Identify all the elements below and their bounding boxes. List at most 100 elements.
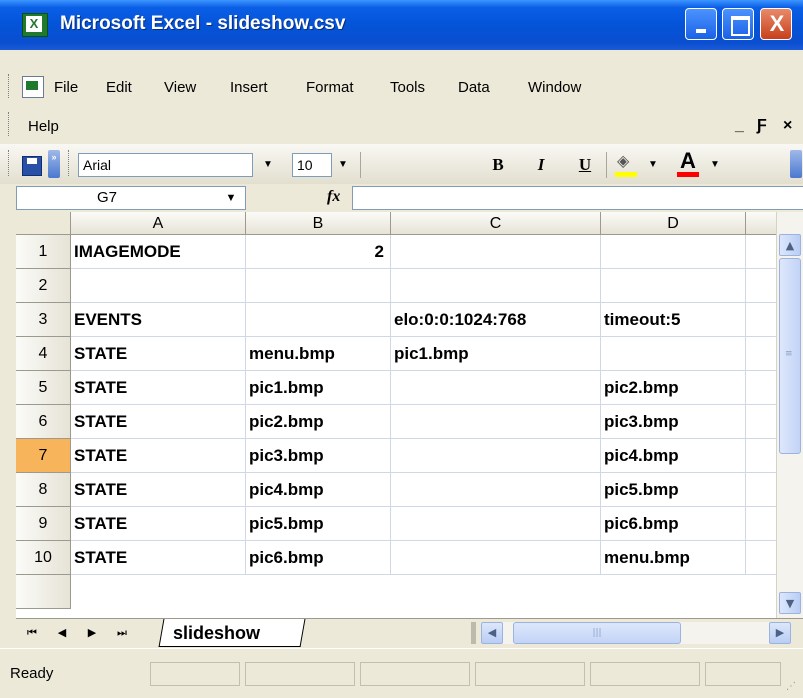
font-color-dropdown-icon[interactable]: ▼	[710, 156, 720, 174]
table-cell[interactable]	[391, 439, 601, 473]
table-cell[interactable]: pic6.bmp	[601, 507, 746, 541]
horizontal-scroll-thumb[interactable]: |||	[513, 622, 681, 644]
save-icon[interactable]	[22, 156, 42, 176]
table-cell[interactable]: STATE	[71, 507, 246, 541]
menu-window[interactable]: Window	[528, 79, 581, 97]
sheet-tab-label[interactable]: slideshow	[173, 621, 260, 645]
column-header-b[interactable]: B	[246, 212, 391, 235]
table-cell[interactable]	[746, 371, 776, 405]
scroll-down-icon[interactable]: ▼	[779, 592, 801, 614]
maximize-button[interactable]	[722, 8, 754, 40]
menu-help[interactable]: Help	[28, 118, 59, 136]
table-cell[interactable]: pic1.bmp	[246, 371, 391, 405]
row-header[interactable]: 1	[16, 235, 71, 269]
formula-input[interactable]	[352, 186, 803, 210]
table-cell[interactable]	[601, 235, 746, 269]
horizontal-scrollbar[interactable]: ◀ ||| ▶	[481, 622, 791, 644]
table-cell[interactable]	[746, 269, 776, 303]
row-header[interactable]: 9	[16, 507, 71, 541]
table-cell[interactable]: 2	[246, 235, 391, 269]
resize-grip-icon[interactable]: ⋰	[786, 680, 800, 694]
menu-insert[interactable]: Insert	[230, 79, 268, 97]
font-color-button[interactable]: A	[675, 150, 701, 180]
vertical-scrollbar[interactable]: ▲ ≡ ▼	[776, 212, 803, 618]
table-cell[interactable]: STATE	[71, 439, 246, 473]
table-cell[interactable]: pic6.bmp	[246, 541, 391, 575]
table-cell[interactable]	[391, 371, 601, 405]
row-header[interactable]: 8	[16, 473, 71, 507]
table-cell[interactable]	[746, 235, 776, 269]
name-box-dropdown-icon[interactable]: ▼	[222, 188, 240, 208]
menu-data[interactable]: Data	[458, 79, 490, 97]
table-cell[interactable]: pic2.bmp	[601, 371, 746, 405]
table-cell[interactable]	[391, 269, 601, 303]
table-cell[interactable]: pic4.bmp	[601, 439, 746, 473]
scroll-up-icon[interactable]: ▲	[779, 234, 801, 256]
menu-grip-2[interactable]	[8, 112, 12, 136]
doc-minimize-button[interactable]: _	[735, 116, 744, 136]
worksheet-grid[interactable]: A B C D 1 IMAGEMODE 2 2 3 EVENTS elo:0:0:1024:…	[16, 212, 776, 618]
table-cell[interactable]: STATE	[71, 337, 246, 371]
font-name-dropdown-icon[interactable]: ▼	[259, 153, 277, 177]
doc-restore-button[interactable]: Ƒ	[757, 116, 767, 136]
table-cell[interactable]	[391, 405, 601, 439]
table-cell[interactable]	[601, 269, 746, 303]
row-header[interactable]: 2	[16, 269, 71, 303]
prev-sheet-icon[interactable]: ◀	[52, 623, 72, 643]
table-cell[interactable]	[391, 473, 601, 507]
minimize-button[interactable]	[685, 8, 717, 40]
table-cell[interactable]: pic4.bmp	[246, 473, 391, 507]
menu-grip[interactable]	[8, 74, 12, 98]
table-cell[interactable]	[746, 473, 776, 507]
table-cell[interactable]: pic3.bmp	[601, 405, 746, 439]
toolbar-options-icon-2[interactable]	[790, 150, 802, 178]
column-header-d[interactable]: D	[601, 212, 746, 235]
table-cell[interactable]: EVENTS	[71, 303, 246, 337]
table-cell[interactable]: pic1.bmp	[391, 337, 601, 371]
row-header[interactable]: 7	[16, 439, 71, 473]
table-cell[interactable]: STATE	[71, 405, 246, 439]
table-cell[interactable]	[391, 235, 601, 269]
fill-color-button[interactable]: ◈	[613, 150, 639, 180]
table-cell[interactable]	[746, 507, 776, 541]
scroll-left-icon[interactable]: ◀	[481, 622, 503, 644]
select-all-corner[interactable]	[16, 212, 71, 235]
toolbar-options-icon[interactable]: »	[48, 150, 60, 178]
row-header[interactable]: 4	[16, 337, 71, 371]
table-cell[interactable]	[746, 405, 776, 439]
workbook-icon[interactable]	[22, 76, 44, 98]
row-header[interactable]: 6	[16, 405, 71, 439]
bold-button[interactable]: B	[485, 152, 511, 178]
menu-edit[interactable]: Edit	[106, 79, 132, 97]
table-cell[interactable]: STATE	[71, 541, 246, 575]
table-cell[interactable]: menu.bmp	[246, 337, 391, 371]
table-cell[interactable]: pic5.bmp	[601, 473, 746, 507]
doc-close-button[interactable]: ×	[783, 116, 792, 136]
vertical-scroll-thumb[interactable]: ≡	[779, 258, 801, 454]
excel-icon[interactable]: X	[22, 13, 48, 37]
row-header[interactable]	[16, 575, 71, 609]
table-cell[interactable]: elo:0:0:1024:768	[391, 303, 601, 337]
table-cell[interactable]	[246, 269, 391, 303]
font-name-select[interactable]: Arial	[78, 153, 253, 177]
table-cell[interactable]	[246, 303, 391, 337]
font-size-dropdown-icon[interactable]: ▼	[334, 153, 352, 177]
table-cell[interactable]: STATE	[71, 473, 246, 507]
menu-view[interactable]: View	[164, 79, 196, 97]
menu-tools[interactable]: Tools	[390, 79, 425, 97]
font-size-select[interactable]: 10	[292, 153, 332, 177]
menu-format[interactable]: Format	[306, 79, 354, 97]
table-cell[interactable]	[391, 507, 601, 541]
table-cell[interactable]: pic5.bmp	[246, 507, 391, 541]
row-header[interactable]: 5	[16, 371, 71, 405]
column-header-a[interactable]: A	[71, 212, 246, 235]
last-sheet-icon[interactable]: ⏭	[112, 623, 132, 643]
next-sheet-icon[interactable]: ▶	[82, 623, 102, 643]
table-cell[interactable]: pic3.bmp	[246, 439, 391, 473]
table-cell[interactable]	[391, 541, 601, 575]
table-cell[interactable]	[746, 541, 776, 575]
table-cell[interactable]: STATE	[71, 371, 246, 405]
name-box[interactable]: G7	[16, 186, 246, 210]
table-cell[interactable]: menu.bmp	[601, 541, 746, 575]
menu-file[interactable]: File	[54, 79, 78, 97]
